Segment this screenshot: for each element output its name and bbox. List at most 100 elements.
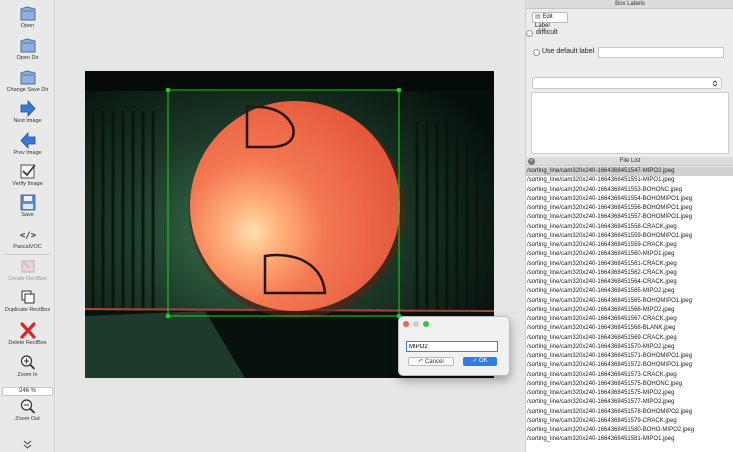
file-list-item[interactable]: /sorting_line/cam320x240-1664368451561-C… (526, 260, 733, 269)
next-image-button[interactable]: Next Image (0, 100, 55, 130)
checkbox-check-icon (20, 164, 36, 179)
delete-rectbox-label: Delete RectBox (8, 340, 47, 346)
arrow-left-icon (19, 132, 35, 149)
duplicate-rectbox-button[interactable]: Duplicate RectBox (0, 289, 55, 319)
panel-close-icon[interactable]: × (528, 158, 535, 165)
change-save-dir-button[interactable]: Change Save Dir (0, 69, 55, 99)
floppy-disk-icon (20, 194, 35, 211)
zoom-out-button[interactable]: Zoom Out (0, 398, 55, 428)
file-list-item[interactable]: /sorting_line/cam320x240-1664368451575-B… (526, 380, 733, 389)
file-list-item[interactable]: /sorting_line/cam320x240-1664368451581-M… (526, 435, 733, 444)
box-labels-title: Box Labels (526, 0, 733, 9)
file-list-item[interactable]: /sorting_line/cam320x240-1664368451569-C… (526, 334, 733, 343)
file-list-item[interactable]: /sorting_line/cam320x240-1664368451557-B… (526, 213, 733, 222)
file-list-item[interactable]: /sorting_line/cam320x240-1664368451556-B… (526, 204, 733, 213)
use-default-label-label: Use default label (542, 48, 595, 55)
file-list-item[interactable]: /sorting_line/cam320x240-1664368451565-M… (526, 287, 733, 296)
file-list-item[interactable]: /sorting_line/cam320x240-1664368451567-C… (526, 315, 733, 324)
svg-text:</>: </> (19, 231, 36, 241)
file-list[interactable]: /sorting_line/cam320x240-1664368451547-M… (526, 167, 733, 452)
file-list-item[interactable]: /sorting_line/cam320x240-1664368451577-M… (526, 398, 733, 407)
file-list-item[interactable]: /sorting_line/cam320x240-1664368451565-B… (526, 297, 733, 306)
select-arrows-icon (712, 80, 718, 87)
cancel-button[interactable]: ↶ Cancel (408, 357, 454, 366)
prev-image-button[interactable]: Prev Image (0, 132, 55, 162)
delete-rectbox-button[interactable]: Delete RectBox (0, 322, 55, 352)
create-rectbox-button[interactable]: Create RectBox (0, 258, 55, 288)
right-panel: Box Labels ▤ Edit Label difficult Use de… (525, 0, 733, 452)
arrow-right-icon (20, 100, 36, 117)
use-default-label-checkbox[interactable] (533, 49, 540, 56)
ok-label: OK (479, 358, 488, 364)
undo-icon: ↶ (418, 359, 425, 365)
edit-label-button[interactable]: ▤ Edit Label (532, 12, 568, 29)
file-list-item[interactable]: /sorting_line/cam320x240-1664368451560-M… (526, 250, 733, 259)
more-chevron-icon[interactable] (23, 440, 32, 449)
open-dir-icon (20, 38, 35, 53)
label-dialog: ↶ Cancel ✓ OK (398, 316, 510, 376)
verify-image-button[interactable]: Verify Image (0, 163, 55, 193)
change-save-dir-label: Change Save Dir (6, 87, 49, 93)
difficult-label: difficult (536, 29, 558, 36)
open-dir-button[interactable]: Open Dir (0, 37, 55, 67)
zoom-out-icon (20, 399, 35, 414)
zoom-in-button[interactable]: Zoom In (0, 354, 55, 384)
file-list-item[interactable]: /sorting_line/cam320x240-1664368451568-B… (526, 324, 733, 333)
maximize-dot-icon[interactable] (423, 321, 429, 327)
open-button[interactable]: Open (0, 5, 55, 35)
minimize-dot-icon[interactable] (413, 321, 419, 327)
next-image-label: Next Image (13, 118, 42, 124)
file-list-item[interactable]: /sorting_line/cam320x240-1664368451551-M… (526, 176, 733, 185)
difficult-checkbox[interactable] (526, 30, 533, 37)
ok-button[interactable]: ✓ OK (463, 357, 497, 366)
label-list[interactable] (531, 92, 729, 154)
open-label: Open (20, 23, 35, 29)
save-label: Save (21, 212, 34, 218)
code-brackets-icon: </> (19, 231, 36, 241)
file-list-item[interactable]: /sorting_line/cam320x240-1664368451572-B… (526, 361, 733, 370)
file-list-title-text: File List (619, 158, 641, 164)
file-list-item[interactable]: /sorting_line/cam320x240-1664368451566-M… (526, 306, 733, 315)
file-list-item[interactable]: /sorting_line/cam320x240-1664368451562-C… (526, 269, 733, 278)
zoom-in-label: Zoom In (17, 372, 38, 378)
file-list-item[interactable]: /sorting_line/cam320x240-1664368451547-M… (526, 167, 733, 177)
file-list-item[interactable]: /sorting_line/cam320x240-1664368451559-B… (526, 232, 733, 241)
labelimg-window: Open Open Dir Change Save Dir Next Image… (0, 0, 733, 452)
file-list-item[interactable]: /sorting_line/cam320x240-1664368451564-C… (526, 278, 733, 287)
default-label-input[interactable] (598, 47, 724, 58)
save-format-label: PascalVOC (13, 244, 42, 250)
file-list-item[interactable]: /sorting_line/cam320x240-1664368451553-B… (526, 186, 733, 195)
label-input[interactable] (406, 341, 498, 352)
create-rectbox-icon (21, 260, 34, 273)
label-select[interactable] (532, 77, 722, 89)
file-list-item[interactable]: /sorting_line/cam320x240-1664368451573-C… (526, 371, 733, 380)
check-icon: ✓ (472, 358, 480, 364)
change-save-dir-icon (20, 70, 35, 85)
verify-image-label: Verify Image (12, 181, 43, 187)
duplicate-rectbox-label: Duplicate RectBox (4, 307, 51, 313)
create-rectbox-label: Create RectBox (8, 276, 47, 282)
file-list-item[interactable]: /sorting_line/cam320x240-1664368451580-B… (526, 426, 733, 435)
file-list-item[interactable]: /sorting_line/cam320x240-1664368451558-C… (526, 223, 733, 232)
open-folder-icon (20, 6, 35, 21)
prev-image-label: Prev Image (13, 150, 42, 156)
file-list-item[interactable]: /sorting_line/cam320x240-1664368451579-C… (526, 417, 733, 426)
red-x-icon (19, 322, 36, 339)
toolbar-separator (4, 254, 51, 255)
file-list-item[interactable]: /sorting_line/cam320x240-1664368451578-B… (526, 408, 733, 417)
file-list-title: × File List (526, 157, 733, 166)
save-button[interactable]: Save (0, 194, 55, 224)
file-list-item[interactable]: /sorting_line/cam320x240-1664368451575-M… (526, 389, 733, 398)
zoom-value-field[interactable]: 246 % (2, 387, 53, 396)
image-canvas[interactable] (56, 0, 525, 452)
close-dot-icon[interactable] (403, 321, 409, 327)
save-format-button[interactable]: </> PascalVOC (0, 226, 55, 256)
toolbar: Open Open Dir Change Save Dir Next Image… (0, 0, 55, 452)
file-list-item[interactable]: /sorting_line/cam320x240-1664368451559-C… (526, 241, 733, 250)
file-list-item[interactable]: /sorting_line/cam320x240-1664368451554-B… (526, 195, 733, 204)
cancel-label: Cancel (425, 359, 444, 365)
file-list-item[interactable]: /sorting_line/cam320x240-1664368451571-B… (526, 352, 733, 361)
duplicate-icon (21, 290, 34, 304)
file-list-item[interactable]: /sorting_line/cam320x240-1664368451570-M… (526, 343, 733, 352)
open-dir-label: Open Dir (16, 55, 39, 61)
